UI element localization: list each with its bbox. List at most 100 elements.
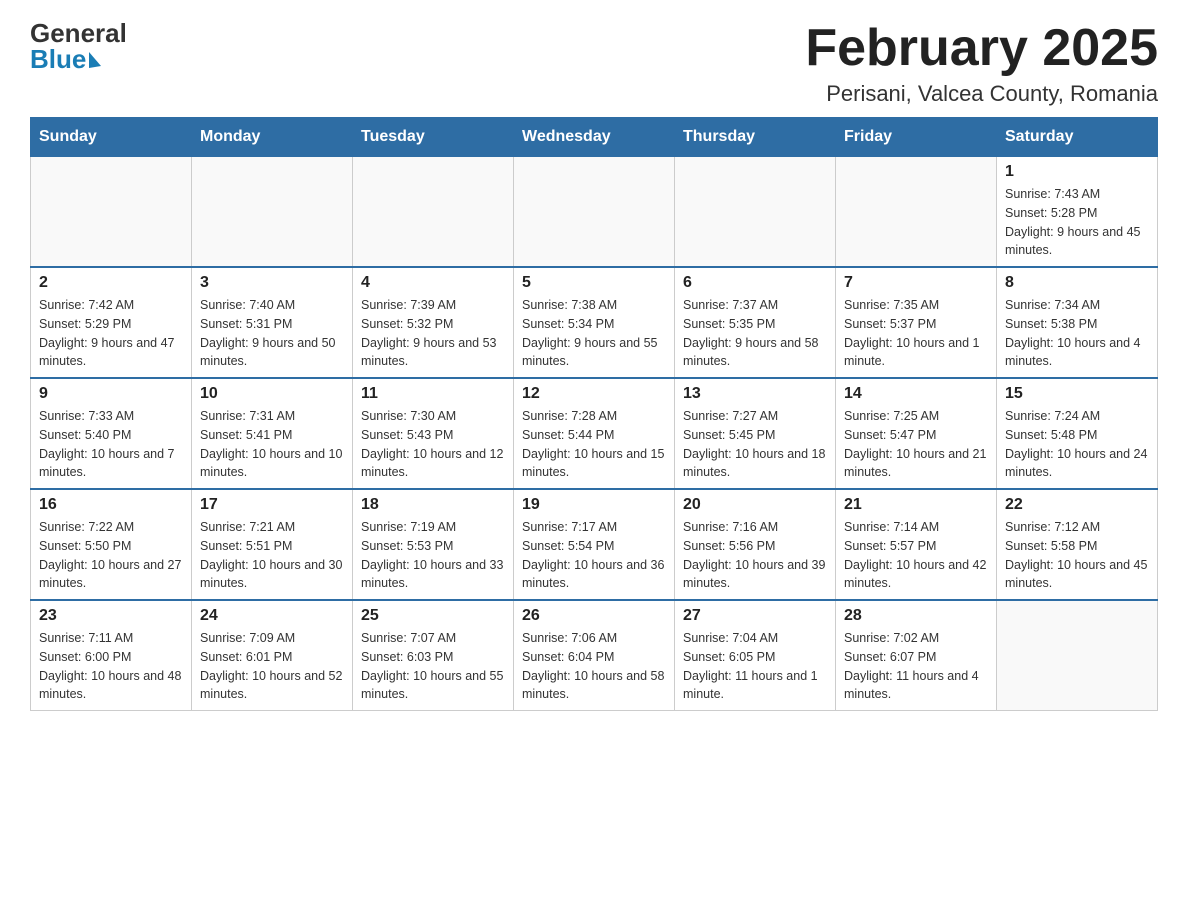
calendar-cell: 8Sunrise: 7:34 AM Sunset: 5:38 PM Daylig…: [997, 267, 1158, 378]
day-number: 25: [361, 607, 505, 625]
calendar-table: SundayMondayTuesdayWednesdayThursdayFrid…: [30, 117, 1158, 711]
logo-arrow-icon: [89, 50, 101, 68]
weekday-header-row: SundayMondayTuesdayWednesdayThursdayFrid…: [31, 118, 1158, 157]
day-number: 13: [683, 385, 827, 403]
logo: General Blue: [30, 20, 127, 72]
day-info: Sunrise: 7:40 AM Sunset: 5:31 PM Dayligh…: [200, 296, 344, 371]
day-info: Sunrise: 7:06 AM Sunset: 6:04 PM Dayligh…: [522, 629, 666, 704]
day-info: Sunrise: 7:21 AM Sunset: 5:51 PM Dayligh…: [200, 518, 344, 593]
day-number: 19: [522, 496, 666, 514]
calendar-cell: [836, 157, 997, 268]
day-info: Sunrise: 7:04 AM Sunset: 6:05 PM Dayligh…: [683, 629, 827, 704]
day-info: Sunrise: 7:22 AM Sunset: 5:50 PM Dayligh…: [39, 518, 183, 593]
calendar-cell: 10 Sunrise: 7:31 AM Sunset: 5:41 PM Dayli…: [192, 378, 353, 489]
weekday-header-sunday: Sunday: [31, 118, 192, 157]
day-info: Sunrise: 7:35 AM Sunset: 5:37 PM Dayligh…: [844, 296, 988, 371]
calendar-cell: 17 Sunrise: 7:21 AM Sunset: 5:51 PM Dayli…: [192, 489, 353, 600]
day-info: Sunrise: 7:19 AM Sunset: 5:53 PM Dayligh…: [361, 518, 505, 593]
calendar-cell: 19 Sunrise: 7:17 AM Sunset: 5:54 PM Dayli…: [514, 489, 675, 600]
calendar-cell: 23 Sunrise: 7:11 AM Sunset: 6:00 PM Dayli…: [31, 600, 192, 711]
day-info: Sunrise: 7:12 AM Sunset: 5:58 PM Dayligh…: [1005, 518, 1149, 593]
calendar-cell: [514, 157, 675, 268]
month-title: February 2025: [805, 20, 1158, 77]
day-info: Sunrise: 7:16 AM Sunset: 5:56 PM Dayligh…: [683, 518, 827, 593]
calendar-cell: 13 Sunrise: 7:27 AM Sunset: 5:45 PM Dayli…: [675, 378, 836, 489]
calendar-cell: 16Sunrise: 7:22 AM Sunset: 5:50 PM Dayli…: [31, 489, 192, 600]
day-number: 9: [39, 385, 183, 403]
day-number: 24: [200, 607, 344, 625]
day-info: Sunrise: 7:02 AM Sunset: 6:07 PM Dayligh…: [844, 629, 988, 704]
weekday-header-saturday: Saturday: [997, 118, 1158, 157]
title-block: February 2025 Perisani, Valcea County, R…: [805, 20, 1158, 107]
day-number: 27: [683, 607, 827, 625]
day-info: Sunrise: 7:39 AM Sunset: 5:32 PM Dayligh…: [361, 296, 505, 371]
calendar-cell: 20 Sunrise: 7:16 AM Sunset: 5:56 PM Dayli…: [675, 489, 836, 600]
calendar-cell: 15Sunrise: 7:24 AM Sunset: 5:48 PM Dayli…: [997, 378, 1158, 489]
calendar-cell: 28Sunrise: 7:02 AM Sunset: 6:07 PM Dayli…: [836, 600, 997, 711]
calendar-cell: 25 Sunrise: 7:07 AM Sunset: 6:03 PM Dayli…: [353, 600, 514, 711]
calendar-cell: 18 Sunrise: 7:19 AM Sunset: 5:53 PM Dayli…: [353, 489, 514, 600]
day-number: 21: [844, 496, 988, 514]
day-number: 18: [361, 496, 505, 514]
calendar-cell: 14 Sunrise: 7:25 AM Sunset: 5:47 PM Dayli…: [836, 378, 997, 489]
calendar-cell: 7 Sunrise: 7:35 AM Sunset: 5:37 PM Daylig…: [836, 267, 997, 378]
calendar-cell: 1 Sunrise: 7:43 AM Sunset: 5:28 PM Daylig…: [997, 157, 1158, 268]
day-info: Sunrise: 7:17 AM Sunset: 5:54 PM Dayligh…: [522, 518, 666, 593]
day-info: Sunrise: 7:24 AM Sunset: 5:48 PM Dayligh…: [1005, 407, 1149, 482]
day-info: Sunrise: 7:11 AM Sunset: 6:00 PM Dayligh…: [39, 629, 183, 704]
week-row-4: 16Sunrise: 7:22 AM Sunset: 5:50 PM Dayli…: [31, 489, 1158, 600]
calendar-cell: 11Sunrise: 7:30 AM Sunset: 5:43 PM Dayli…: [353, 378, 514, 489]
day-info: Sunrise: 7:27 AM Sunset: 5:45 PM Dayligh…: [683, 407, 827, 482]
calendar-cell: 2 Sunrise: 7:42 AM Sunset: 5:29 PM Daylig…: [31, 267, 192, 378]
day-info: Sunrise: 7:42 AM Sunset: 5:29 PM Dayligh…: [39, 296, 183, 371]
calendar-cell: [192, 157, 353, 268]
day-info: Sunrise: 7:30 AM Sunset: 5:43 PM Dayligh…: [361, 407, 505, 482]
day-info: Sunrise: 7:14 AM Sunset: 5:57 PM Dayligh…: [844, 518, 988, 593]
day-number: 14: [844, 385, 988, 403]
calendar-cell: 9 Sunrise: 7:33 AM Sunset: 5:40 PM Daylig…: [31, 378, 192, 489]
weekday-header-wednesday: Wednesday: [514, 118, 675, 157]
logo-general: General: [30, 20, 127, 46]
day-number: 22: [1005, 496, 1149, 514]
day-info: Sunrise: 7:25 AM Sunset: 5:47 PM Dayligh…: [844, 407, 988, 482]
calendar-cell: [31, 157, 192, 268]
day-number: 23: [39, 607, 183, 625]
weekday-header-monday: Monday: [192, 118, 353, 157]
weekday-header-thursday: Thursday: [675, 118, 836, 157]
week-row-1: 1 Sunrise: 7:43 AM Sunset: 5:28 PM Daylig…: [31, 157, 1158, 268]
week-row-5: 23 Sunrise: 7:11 AM Sunset: 6:00 PM Dayli…: [31, 600, 1158, 711]
page-header: General Blue February 2025 Perisani, Val…: [30, 20, 1158, 107]
calendar-cell: [997, 600, 1158, 711]
day-number: 12: [522, 385, 666, 403]
calendar-cell: 27 Sunrise: 7:04 AM Sunset: 6:05 PM Dayli…: [675, 600, 836, 711]
calendar-cell: 22 Sunrise: 7:12 AM Sunset: 5:58 PM Dayli…: [997, 489, 1158, 600]
day-info: Sunrise: 7:43 AM Sunset: 5:28 PM Dayligh…: [1005, 185, 1149, 260]
week-row-3: 9 Sunrise: 7:33 AM Sunset: 5:40 PM Daylig…: [31, 378, 1158, 489]
weekday-header-friday: Friday: [836, 118, 997, 157]
calendar-cell: 6 Sunrise: 7:37 AM Sunset: 5:35 PM Daylig…: [675, 267, 836, 378]
week-row-2: 2 Sunrise: 7:42 AM Sunset: 5:29 PM Daylig…: [31, 267, 1158, 378]
day-info: Sunrise: 7:28 AM Sunset: 5:44 PM Dayligh…: [522, 407, 666, 482]
calendar-cell: [675, 157, 836, 268]
day-info: Sunrise: 7:31 AM Sunset: 5:41 PM Dayligh…: [200, 407, 344, 482]
logo-blue: Blue: [30, 46, 86, 72]
day-number: 6: [683, 274, 827, 292]
day-number: 7: [844, 274, 988, 292]
day-number: 2: [39, 274, 183, 292]
day-info: Sunrise: 7:38 AM Sunset: 5:34 PM Dayligh…: [522, 296, 666, 371]
day-number: 20: [683, 496, 827, 514]
day-info: Sunrise: 7:34 AM Sunset: 5:38 PM Dayligh…: [1005, 296, 1149, 371]
weekday-header-tuesday: Tuesday: [353, 118, 514, 157]
calendar-cell: 3 Sunrise: 7:40 AM Sunset: 5:31 PM Daylig…: [192, 267, 353, 378]
location-title: Perisani, Valcea County, Romania: [805, 81, 1158, 107]
day-number: 17: [200, 496, 344, 514]
day-info: Sunrise: 7:07 AM Sunset: 6:03 PM Dayligh…: [361, 629, 505, 704]
day-info: Sunrise: 7:33 AM Sunset: 5:40 PM Dayligh…: [39, 407, 183, 482]
day-number: 3: [200, 274, 344, 292]
day-info: Sunrise: 7:37 AM Sunset: 5:35 PM Dayligh…: [683, 296, 827, 371]
day-number: 10: [200, 385, 344, 403]
day-number: 1: [1005, 163, 1149, 181]
calendar-cell: 12 Sunrise: 7:28 AM Sunset: 5:44 PM Dayli…: [514, 378, 675, 489]
day-number: 4: [361, 274, 505, 292]
calendar-cell: 24Sunrise: 7:09 AM Sunset: 6:01 PM Dayli…: [192, 600, 353, 711]
